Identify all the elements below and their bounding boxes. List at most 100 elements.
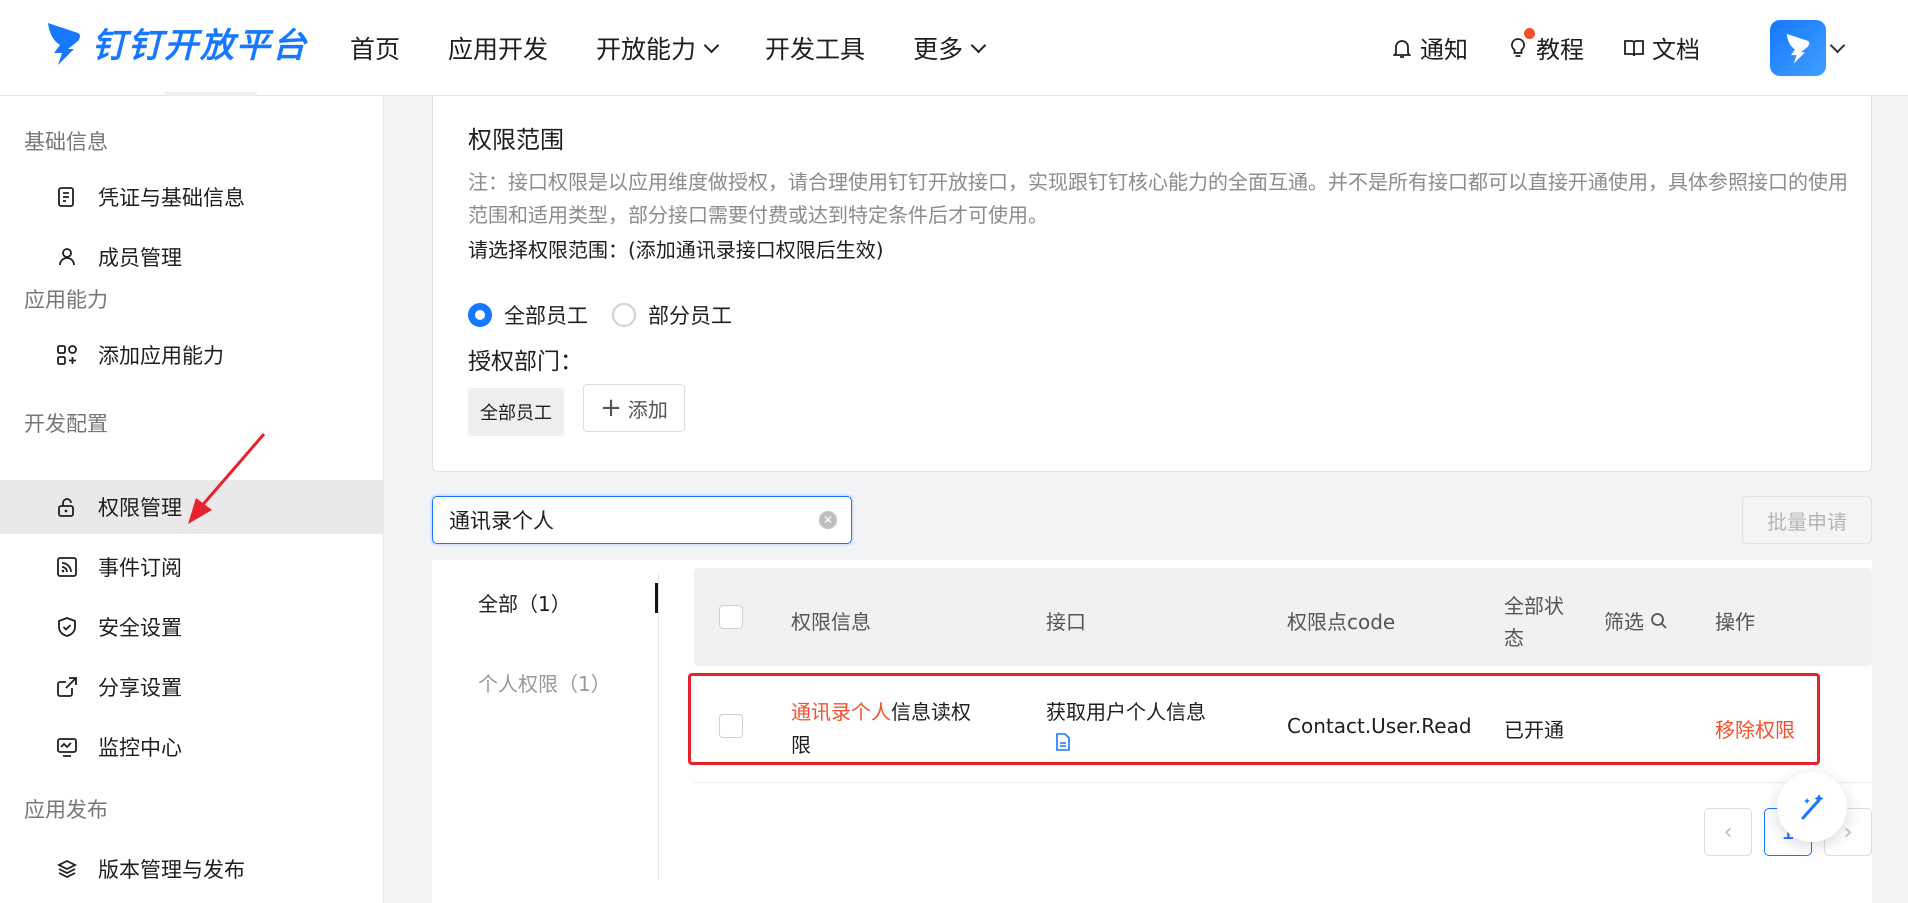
nav-home-label: 首页: [350, 35, 401, 64]
dingtalk-avatar-icon: [1786, 33, 1810, 64]
th-filter[interactable]: 筛选: [1604, 606, 1668, 635]
scope-prompt: 请选择权限范围：(添加通讯录接口权限后生效): [468, 238, 884, 262]
sidebar-item-monitor[interactable]: 监控中心: [0, 720, 384, 774]
lightbulb-icon: [1511, 37, 1525, 57]
filter-personal[interactable]: 个人权限（1）: [478, 668, 611, 697]
add-dept-button[interactable]: + 添加: [583, 384, 685, 432]
sidebar-item-events[interactable]: 事件订阅: [0, 540, 384, 594]
external-link-icon: [57, 677, 77, 697]
remove-permission-link[interactable]: 移除权限: [1715, 714, 1795, 743]
nav-dev-tools[interactable]: 开发工具: [765, 30, 865, 66]
notify-link[interactable]: 通知: [1390, 30, 1468, 65]
sidebar-group-release: 应用发布: [24, 798, 108, 822]
add-dept-label: 添加: [627, 397, 668, 422]
sidebar-item-label: 监控中心: [98, 736, 182, 760]
notify-label: 通知: [1420, 36, 1468, 64]
sidebar-group-capabilities: 应用能力: [24, 288, 108, 312]
th-code: 权限点code: [1287, 610, 1396, 634]
sidebar-item-security[interactable]: 安全设置: [0, 600, 384, 654]
row-info: 通讯录个人信息读权限: [791, 696, 981, 762]
th-info: 权限信息: [791, 610, 871, 634]
radio-all-label: 全部员工: [504, 304, 588, 328]
nav-more-label: 更多: [913, 35, 964, 64]
chevron-down-icon: [703, 37, 720, 53]
nav-open-capabilities[interactable]: 开放能力: [596, 30, 720, 66]
doc-link-icon[interactable]: [1055, 732, 1071, 752]
sidebar-item-members[interactable]: 成员管理: [0, 230, 384, 284]
radio-all-staff[interactable]: 全部员工: [468, 300, 588, 330]
shield-icon: [58, 617, 76, 637]
annotation-arrow: [188, 433, 266, 524]
main-nav: 首页 应用开发 开放能力 开发工具 更多: [350, 30, 987, 66]
row-divider: [694, 782, 1872, 783]
radio-unchecked-icon: [612, 303, 636, 327]
sidebar-item-label: 添加应用能力: [98, 344, 224, 368]
apps-icon: [57, 345, 77, 365]
nav-dev-tools-label: 开发工具: [765, 35, 866, 64]
tutorial-link[interactable]: 教程: [1506, 28, 1584, 65]
prev-page-button[interactable]: ‹: [1704, 808, 1752, 856]
row-status: 已开通: [1504, 718, 1564, 742]
sidebar-item-label: 成员管理: [98, 246, 182, 270]
sidebar-item-credentials[interactable]: 凭证与基础信息: [0, 170, 384, 224]
sidebar-item-versions[interactable]: 版本管理与发布: [0, 842, 384, 896]
tutorial-label: 教程: [1536, 36, 1584, 64]
ai-assistant-button[interactable]: [1777, 772, 1847, 842]
batch-apply-button[interactable]: 批量申请: [1742, 496, 1872, 544]
th-action: 操作: [1715, 610, 1755, 634]
sidebar-item-share[interactable]: 分享设置: [0, 660, 384, 714]
user-icon: [59, 248, 75, 266]
scroll-stub: [165, 92, 257, 96]
radio-partial-label: 部分员工: [648, 304, 732, 328]
th-filter-label: 筛选: [1604, 610, 1644, 634]
chevron-down-icon: [970, 37, 987, 53]
document-icon: [58, 187, 74, 207]
sidebar-group-dev-config: 开发配置: [24, 412, 108, 436]
radio-partial-staff[interactable]: 部分员工: [612, 300, 732, 330]
brand-name: 钉钉开放平台: [92, 26, 308, 66]
nav-home[interactable]: 首页: [350, 30, 400, 66]
th-status[interactable]: 全部状态: [1504, 590, 1574, 654]
sidebar-item-label: 安全设置: [98, 616, 182, 640]
sidebar-item-label: 凭证与基础信息: [98, 186, 245, 210]
top-bar: 钉钉开放平台 首页 应用开发 开放能力 开发工具 更多 通知 教程 文档: [0, 0, 1908, 96]
filter-all[interactable]: 全部（1）: [478, 588, 571, 617]
scope-title: 权限范围: [468, 126, 564, 154]
rss-icon: [57, 557, 77, 577]
row-info-highlight: 通讯录个人: [791, 700, 891, 724]
sidebar-item-label: 权限管理: [98, 496, 182, 520]
row-code: Contact.User.Read: [1287, 714, 1472, 738]
nav-more[interactable]: 更多: [913, 30, 987, 66]
scope-note: 注：接口权限是以应用维度做授权，请合理使用钉钉开放接口，实现跟钉钉核心能力的全面…: [468, 170, 1848, 227]
docs-label: 文档: [1652, 36, 1700, 64]
docs-link[interactable]: 文档: [1622, 30, 1700, 65]
clear-icon[interactable]: ✕: [819, 511, 837, 529]
monitor-icon: [57, 738, 77, 757]
row-api: 获取用户个人信息: [1046, 700, 1206, 724]
new-badge-dot: [1524, 28, 1535, 39]
magic-wand-icon: [1801, 794, 1824, 820]
radio-checked-icon: [468, 303, 492, 327]
filter-divider: [658, 574, 659, 879]
sidebar-item-label: 版本管理与发布: [98, 858, 245, 882]
row-checkbox[interactable]: [719, 714, 743, 738]
book-icon: [1624, 39, 1644, 56]
chevron-down-icon[interactable]: [1829, 37, 1846, 54]
sidebar-item-add-capability[interactable]: 添加应用能力: [0, 328, 384, 382]
permission-search[interactable]: ✕: [432, 496, 852, 544]
sidebar-item-label: 事件订阅: [98, 556, 182, 580]
nav-open-capabilities-label: 开放能力: [596, 35, 697, 64]
search-icon: [1651, 612, 1667, 629]
nav-app-dev[interactable]: 应用开发: [448, 30, 548, 66]
user-avatar[interactable]: [1770, 20, 1826, 76]
select-all-checkbox[interactable]: [719, 605, 743, 629]
sidebar-item-label: 分享设置: [98, 676, 182, 700]
dept-label: 授权部门：: [468, 349, 583, 375]
search-input[interactable]: [449, 508, 809, 532]
plus-icon: +: [600, 393, 622, 423]
nav-app-dev-label: 应用开发: [448, 35, 549, 64]
sidebar-group-basic: 基础信息: [24, 130, 108, 154]
layers-icon: [56, 859, 78, 879]
brand-logo[interactable]: 钉钉开放平台: [44, 18, 308, 67]
bell-icon: [1392, 39, 1412, 58]
